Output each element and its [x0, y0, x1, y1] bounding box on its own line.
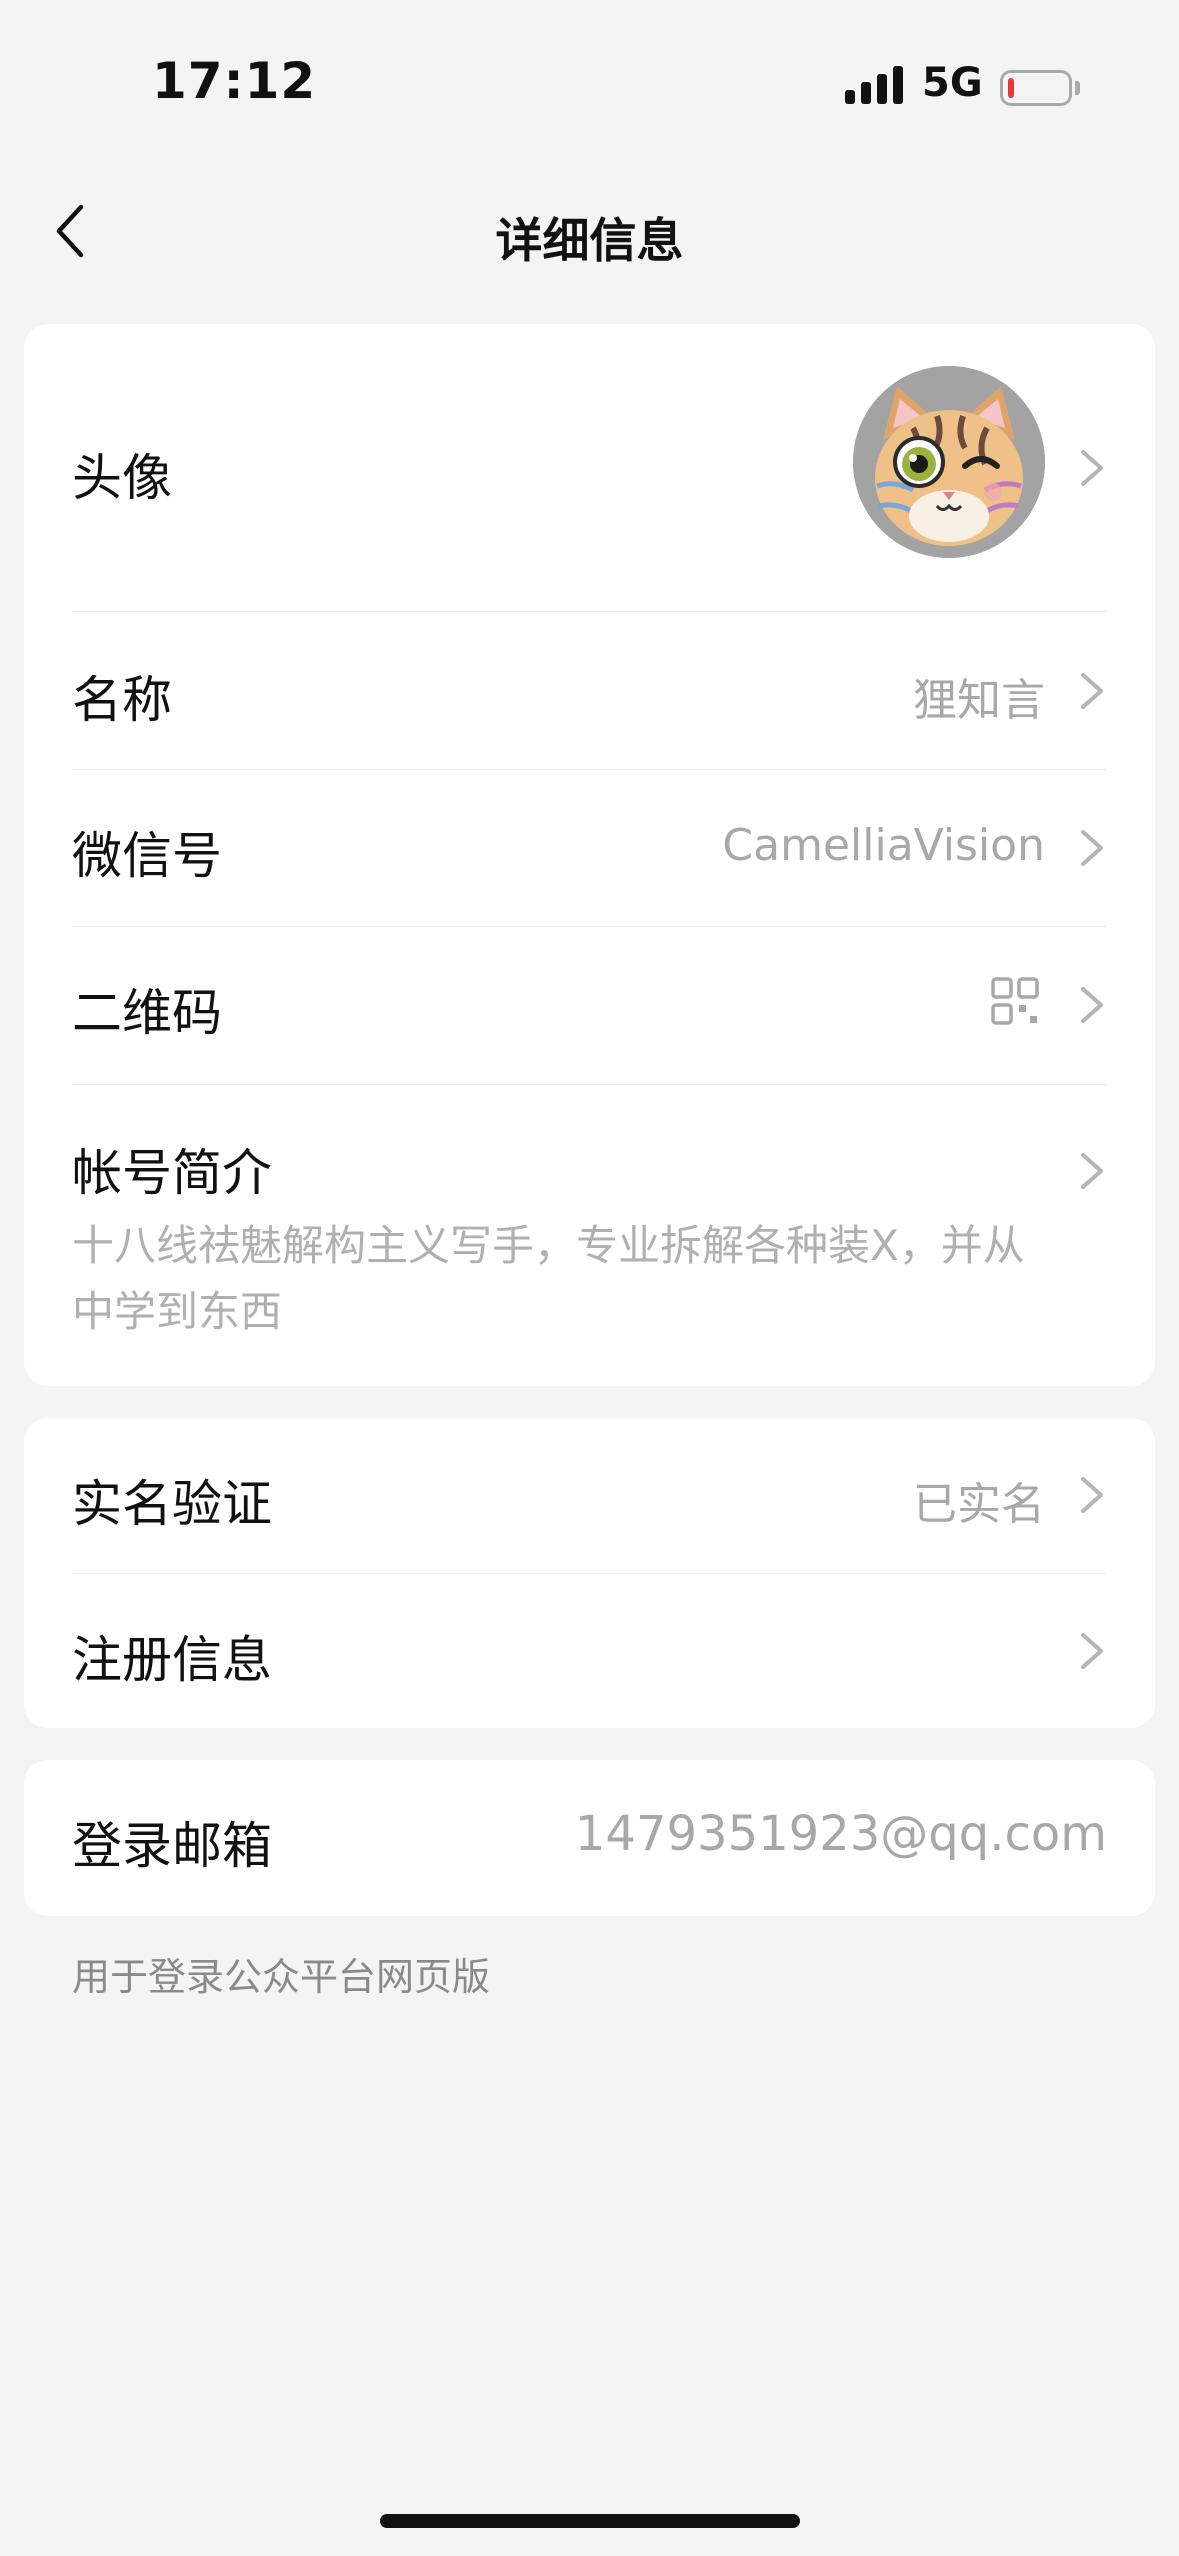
battery-level: [1008, 78, 1014, 98]
registration-label: 注册信息: [72, 1631, 272, 1689]
avatar-row[interactable]: 头像: [72, 324, 1107, 612]
name-label: 名称: [72, 671, 172, 729]
chevron-right-icon: [1081, 450, 1103, 486]
real-name-row[interactable]: 实名验证 已实名: [72, 1418, 1107, 1574]
qr-code-icon: [991, 977, 1039, 1025]
avatar-label: 头像: [72, 449, 172, 507]
real-name-label: 实名验证: [72, 1475, 272, 1533]
qr-code-row[interactable]: 二维码: [72, 927, 1107, 1085]
login-email-value: 1479351923@qq.com: [574, 1806, 1107, 1862]
login-email-row: 登录邮箱 1479351923@qq.com: [72, 1760, 1107, 1916]
verification-card: 实名验证 已实名 注册信息: [24, 1418, 1155, 1728]
qr-code-label: 二维码: [72, 984, 222, 1042]
wechat-id-value: CamelliaVision: [722, 820, 1045, 871]
chevron-right-icon: [1081, 1633, 1103, 1669]
chevron-right-icon: [1081, 1477, 1103, 1513]
intro-row[interactable]: 帐号简介 十八线祛魅解构主义写手，专业拆解各种装X，并从中学到东西: [72, 1085, 1107, 1386]
chevron-right-icon: [1081, 1153, 1103, 1189]
battery-cap: [1075, 81, 1080, 95]
name-row[interactable]: 名称 狸知言: [72, 612, 1107, 770]
login-email-caption: 用于登录公众平台网页版: [72, 1955, 491, 1999]
chevron-right-icon: [1081, 987, 1103, 1023]
intro-label: 帐号简介: [72, 1144, 272, 1202]
signal-icon: [845, 66, 903, 104]
intro-text: 十八线祛魅解构主义写手，专业拆解各种装X，并从中学到东西: [72, 1221, 1025, 1336]
login-card: 登录邮箱 1479351923@qq.com: [24, 1760, 1155, 1916]
name-value: 狸知言: [913, 675, 1045, 726]
profile-card: 头像 名称 狸知言 微信号 CamelliaVision 二维码 帐号简介 十八…: [24, 324, 1155, 1386]
battery-icon: [1000, 70, 1072, 106]
login-email-label: 登录邮箱: [72, 1817, 272, 1875]
page-title: 详细信息: [495, 214, 684, 269]
registration-row[interactable]: 注册信息: [72, 1574, 1107, 1728]
chevron-right-icon: [1081, 673, 1103, 709]
cat-avatar-image: [853, 366, 1045, 558]
avatar[interactable]: [853, 366, 1045, 558]
network-type: 5G: [922, 60, 983, 106]
status-time: 17:12: [152, 52, 317, 110]
real-name-value: 已实名: [913, 1479, 1045, 1530]
wechat-id-row[interactable]: 微信号 CamelliaVision: [72, 770, 1107, 927]
chevron-right-icon: [1081, 830, 1103, 866]
home-indicator: [380, 2514, 800, 2528]
status-bar: 17:12 5G: [0, 0, 1179, 150]
nav-bar: 详细信息: [0, 180, 1179, 280]
wechat-id-label: 微信号: [72, 827, 222, 885]
